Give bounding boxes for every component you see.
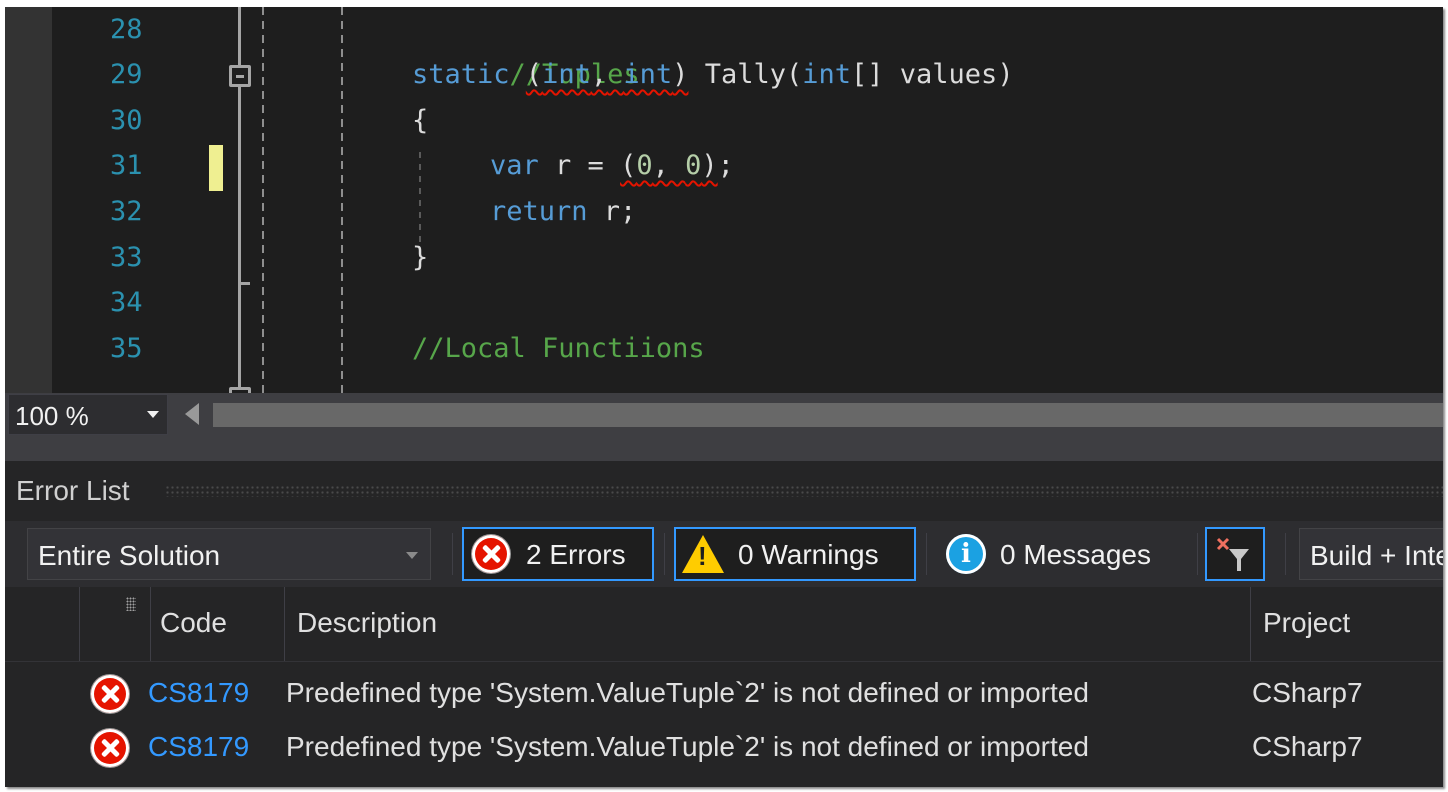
punct: ( [620,150,637,181]
errors-filter-button[interactable]: 2 Errors [462,527,654,581]
toolbar-separator [1197,533,1198,575]
messages-filter-button[interactable]: i 0 Messages [936,527,1188,581]
warnings-count-label: 0 Warnings [738,539,879,570]
statement: r = [538,150,621,181]
error-code-link[interactable]: CS8179 [148,731,249,763]
statement: r; [587,196,637,227]
zoom-level-value: 100 % [15,401,89,431]
error-icon [91,729,129,767]
error-project: CSharp7 [1252,677,1363,708]
code-line-32: return r; [490,189,636,234]
build-source-value: Build + IntelliSense [1310,540,1443,571]
zoom-level-dropdown[interactable]: 100 % [8,394,168,435]
column-header-project[interactable]: Project [1263,607,1350,639]
keyword: var [490,150,539,181]
toolbar-separator [452,533,453,575]
column-separator [79,587,80,661]
column-options-icon[interactable] [126,597,136,611]
line-number: 31 [110,150,143,181]
error-description: Predefined type 'System.ValueTuple`2' is… [286,731,1089,762]
method-name: Tally( [688,59,803,90]
error-description: Predefined type 'System.ValueTuple`2' is… [286,677,1089,708]
title-bar-grip[interactable] [165,485,1443,497]
error-grid-header: Code Description Project [5,587,1443,662]
punct: ) [701,150,718,181]
indent-guide [341,7,343,393]
panel-title: Error List [16,475,130,506]
toolbar-separator [664,533,665,575]
column-separator[interactable] [1250,587,1251,661]
code-line-35: //Local Functiions [412,326,705,371]
keyword: int [623,59,673,90]
keyword: int [802,59,852,90]
error-squiggle[interactable]: (int, int) [526,59,689,90]
error-icon [91,675,129,713]
code-line-29: static (int, int) Tally(int[] values) [412,52,1014,97]
code-line-28: //Tuples [412,7,640,90]
chevron-down-icon [147,411,159,418]
column-separator[interactable] [150,587,151,661]
line-number: 32 [110,196,143,227]
warnings-filter-button[interactable]: ! 0 Warnings [674,527,916,581]
indicator-margin [5,7,52,393]
info-icon: i [946,534,986,574]
pane-splitter[interactable] [5,437,1443,461]
horizontal-scrollbar-thumb[interactable] [213,403,1443,427]
brace: { [412,105,429,136]
error-squiggle[interactable]: (0, 0) [620,150,718,181]
column-separator[interactable] [284,587,285,661]
line-number: 30 [110,105,143,136]
messages-count-label: 0 Messages [1000,539,1151,570]
visual-studio-window: 28 29 30 31 32 33 34 35 //Tuples static … [5,7,1443,787]
toolbar-separator [926,533,927,575]
code-editor[interactable]: 28 29 30 31 32 33 34 35 //Tuples static … [5,7,1443,393]
punct: ) [672,59,689,90]
chevron-down-icon [406,552,418,559]
unsaved-change-marker [209,145,223,191]
toolbar-separator [1285,533,1286,575]
scope-dropdown[interactable]: Entire Solution [27,528,431,580]
keyword: int [542,59,591,90]
punct: , [652,150,686,181]
error-list-toolbar: Entire Solution 2 Errors ! 0 Warnings i … [5,521,1443,587]
number-literal: 0 [685,150,702,181]
error-list-panel: Error List Entire Solution 2 Errors ! 0 … [5,461,1443,787]
line-number-margin: 28 29 30 31 32 33 34 35 [52,7,162,393]
outlining-end-tick [238,282,250,285]
code-line-33: } [412,235,428,280]
editor-bottom-bar: 100 % [5,393,1443,437]
line-number: 28 [110,14,143,45]
collapse-toggle-icon[interactable] [229,65,251,87]
column-header-code[interactable]: Code [160,607,227,639]
comment: //Local Functiions [412,333,705,364]
code-line-30: { [412,98,428,143]
line-number: 34 [110,287,143,318]
build-source-dropdown[interactable]: Build + IntelliSense [1299,528,1443,580]
scroll-left-arrow-icon[interactable] [185,403,199,425]
error-project: CSharp7 [1252,731,1363,762]
warning-icon-mark: ! [698,541,707,571]
clear-filter-icon [1216,537,1249,571]
line-number: 29 [110,59,143,90]
punct: ; [717,150,734,181]
error-row[interactable]: CS8179 Predefined type 'System.ValueTupl… [5,721,1443,775]
errors-count-label: 2 Errors [526,539,626,570]
scope-value: Entire Solution [38,540,221,571]
number-literal: 0 [636,150,653,181]
error-icon [472,535,510,573]
indent-guide [262,7,264,393]
punct: , [590,59,608,90]
keyword: static [412,59,510,90]
error-row[interactable]: CS8179 Predefined type 'System.ValueTupl… [5,667,1443,721]
error-code-link[interactable]: CS8179 [148,677,249,709]
code-line-31: var r = (0, 0); [490,143,734,188]
parameter-list: [] values) [851,59,1014,90]
punct: ( [525,59,543,90]
keyword: return [490,196,588,227]
line-number: 33 [110,242,143,273]
clear-filter-button[interactable] [1205,527,1265,581]
column-header-description[interactable]: Description [297,607,437,639]
brace: } [412,242,429,273]
line-number: 35 [110,333,143,364]
